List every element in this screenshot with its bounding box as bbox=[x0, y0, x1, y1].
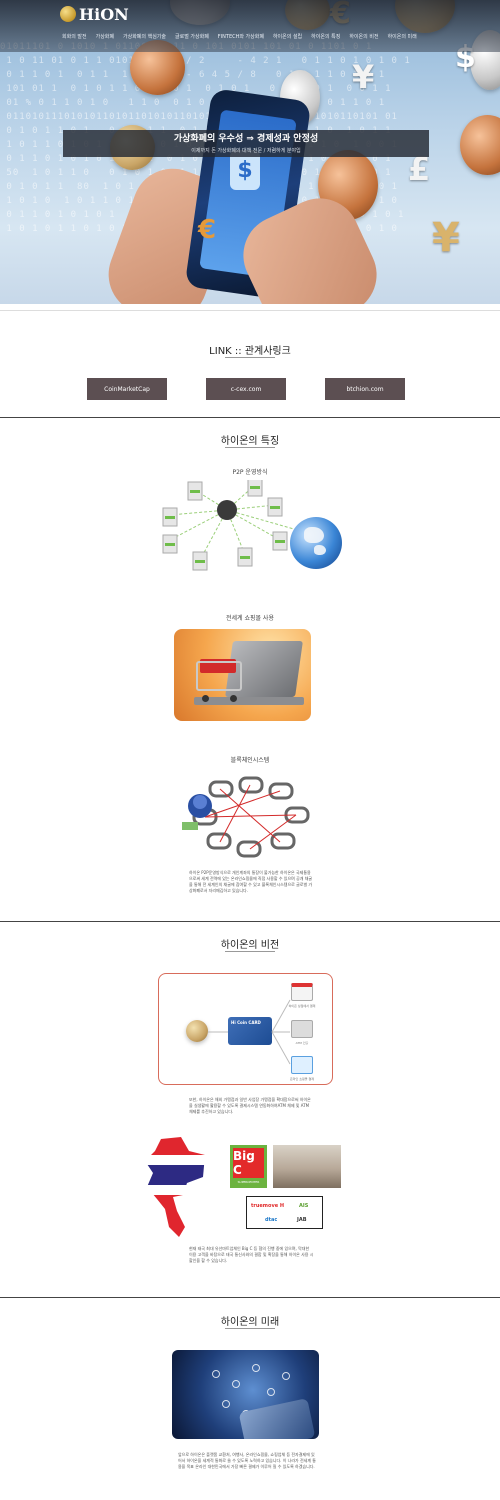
tablet-hand-image bbox=[238, 1398, 316, 1439]
shopping-cart-icon bbox=[196, 661, 242, 691]
title-underline bbox=[225, 1328, 275, 1329]
atm-icon bbox=[291, 1020, 313, 1038]
features-paragraph: 하이온 P2P운영방식으로 개인계좌의 통장이 불가능한 하이온은 국제통용으로… bbox=[189, 870, 313, 893]
thailand-flag-map bbox=[145, 1137, 205, 1237]
nav-item-founding[interactable]: 하이온의 설립 bbox=[273, 33, 302, 40]
shopping-caption: 전세계 쇼핑몰 사용 bbox=[226, 615, 274, 622]
bigc-subtext: SUPERCENTER bbox=[237, 1180, 260, 1184]
ccex-link-button[interactable]: c-cex.com bbox=[206, 378, 286, 400]
store-icon bbox=[291, 983, 313, 1001]
future-title: 하이온의 미래 bbox=[220, 1317, 280, 1328]
truemove-logo: truemove H bbox=[251, 1203, 285, 1209]
telecom-logos-box: truemove H AIS dtac JAB bbox=[246, 1196, 323, 1229]
site-logo[interactable]: HiON bbox=[60, 4, 129, 24]
nav-menu: 회화의 발전 가상화폐 가상화폐의 핵심기술 글로벌 가상화폐 FINTECH와… bbox=[62, 33, 417, 40]
atm-caption: ATM 인출 bbox=[295, 1041, 309, 1045]
dtac-logo: dtac bbox=[265, 1217, 278, 1223]
future-paragraph: 앞으로 하이온은 플랫폼 교환처, 여행사, 온라인쇼핑몰, 쇼핑업체 등 전자… bbox=[178, 1452, 316, 1469]
ais-logo: AIS bbox=[299, 1203, 309, 1209]
section-divider bbox=[0, 921, 500, 922]
bigc-logo-text: Big C bbox=[233, 1148, 264, 1178]
title-underline bbox=[225, 951, 275, 952]
section-divider bbox=[0, 417, 500, 418]
nav-item-features[interactable]: 하이온의 특징 bbox=[311, 33, 340, 40]
nav-item-fintech[interactable]: FINTECH와 가상화폐 bbox=[218, 33, 264, 40]
hero-subtitle: 이제까지 돈 가상화폐의 대책 전문 / 저렴하게 분야입 bbox=[191, 148, 301, 154]
nav-item-core-tech[interactable]: 가상화폐의 핵심기술 bbox=[123, 33, 166, 40]
nav-item-vision[interactable]: 하이온의 비전 bbox=[349, 33, 378, 40]
coinmarketcap-link-button[interactable]: CoinMarketCap bbox=[87, 378, 167, 400]
logo-text: HiON bbox=[79, 4, 129, 24]
coin-logo-icon bbox=[60, 6, 76, 22]
blockchain-diagram bbox=[182, 776, 310, 858]
hero-banner: 01011101 0 1010 1 01100101 11 0 101 0101… bbox=[0, 0, 500, 304]
yen-symbol-icon: ¥ bbox=[352, 58, 375, 96]
btchion-link-button[interactable]: btchion.com bbox=[325, 378, 405, 400]
hero-title: 가상화폐의 우수성 ⇒ 경제성과 안정성 bbox=[173, 134, 319, 144]
hicoin-icon bbox=[186, 1020, 208, 1042]
nav-item-future[interactable]: 하이온의 미래 bbox=[388, 33, 417, 40]
title-underline bbox=[225, 447, 275, 448]
online-shop-caption: 온라인 쇼핑몰 결제 bbox=[290, 1077, 314, 1081]
vision-title: 하이온의 비전 bbox=[220, 940, 280, 951]
features-title: 하이온의 특징 bbox=[220, 436, 280, 447]
nav-item-history[interactable]: 회화의 발전 bbox=[62, 33, 87, 40]
section-divider bbox=[0, 1297, 500, 1298]
online-shop-icon bbox=[291, 1056, 313, 1074]
links-title: LINK :: 관계사링크 bbox=[209, 346, 291, 357]
future-tech-image bbox=[172, 1350, 319, 1439]
storefront-image bbox=[273, 1145, 341, 1188]
euro-app-icon: € bbox=[198, 215, 217, 245]
jab-logo: JAB bbox=[297, 1217, 307, 1223]
bigc-logo: Big C SUPERCENTER bbox=[230, 1145, 267, 1188]
nav-item-virtual-currency[interactable]: 가상화폐 bbox=[96, 33, 114, 40]
divider bbox=[0, 310, 500, 311]
vision-paragraph-2: 현재 태국 최대 유선마트업체인 Big C 등 협의 진행 중에 있으며, 막… bbox=[189, 1246, 314, 1263]
top-navigation: HiON 회화의 발전 가상화폐 가상화폐의 핵심기술 글로벌 가상화폐 FIN… bbox=[0, 0, 500, 52]
nav-item-global[interactable]: 글로벌 가상화폐 bbox=[175, 33, 209, 40]
title-underline bbox=[225, 357, 275, 358]
vision-arrows bbox=[208, 999, 291, 1065]
vision-paragraph-1: 또한, 하이온은 해외 가맹점과 일반 사업장 가맹점을 확대함으로써 하이온을… bbox=[189, 1097, 311, 1114]
blockchain-caption: 블록체인시스템 bbox=[230, 757, 270, 764]
store-caption: 하이온 상점에서 결제 bbox=[288, 1004, 316, 1008]
shopping-cart-laptop-image bbox=[174, 629, 311, 721]
p2p-caption: P2P 운영방식 bbox=[232, 469, 268, 476]
globe-image bbox=[290, 517, 342, 569]
yen-symbol-icon: ¥ bbox=[432, 215, 460, 261]
